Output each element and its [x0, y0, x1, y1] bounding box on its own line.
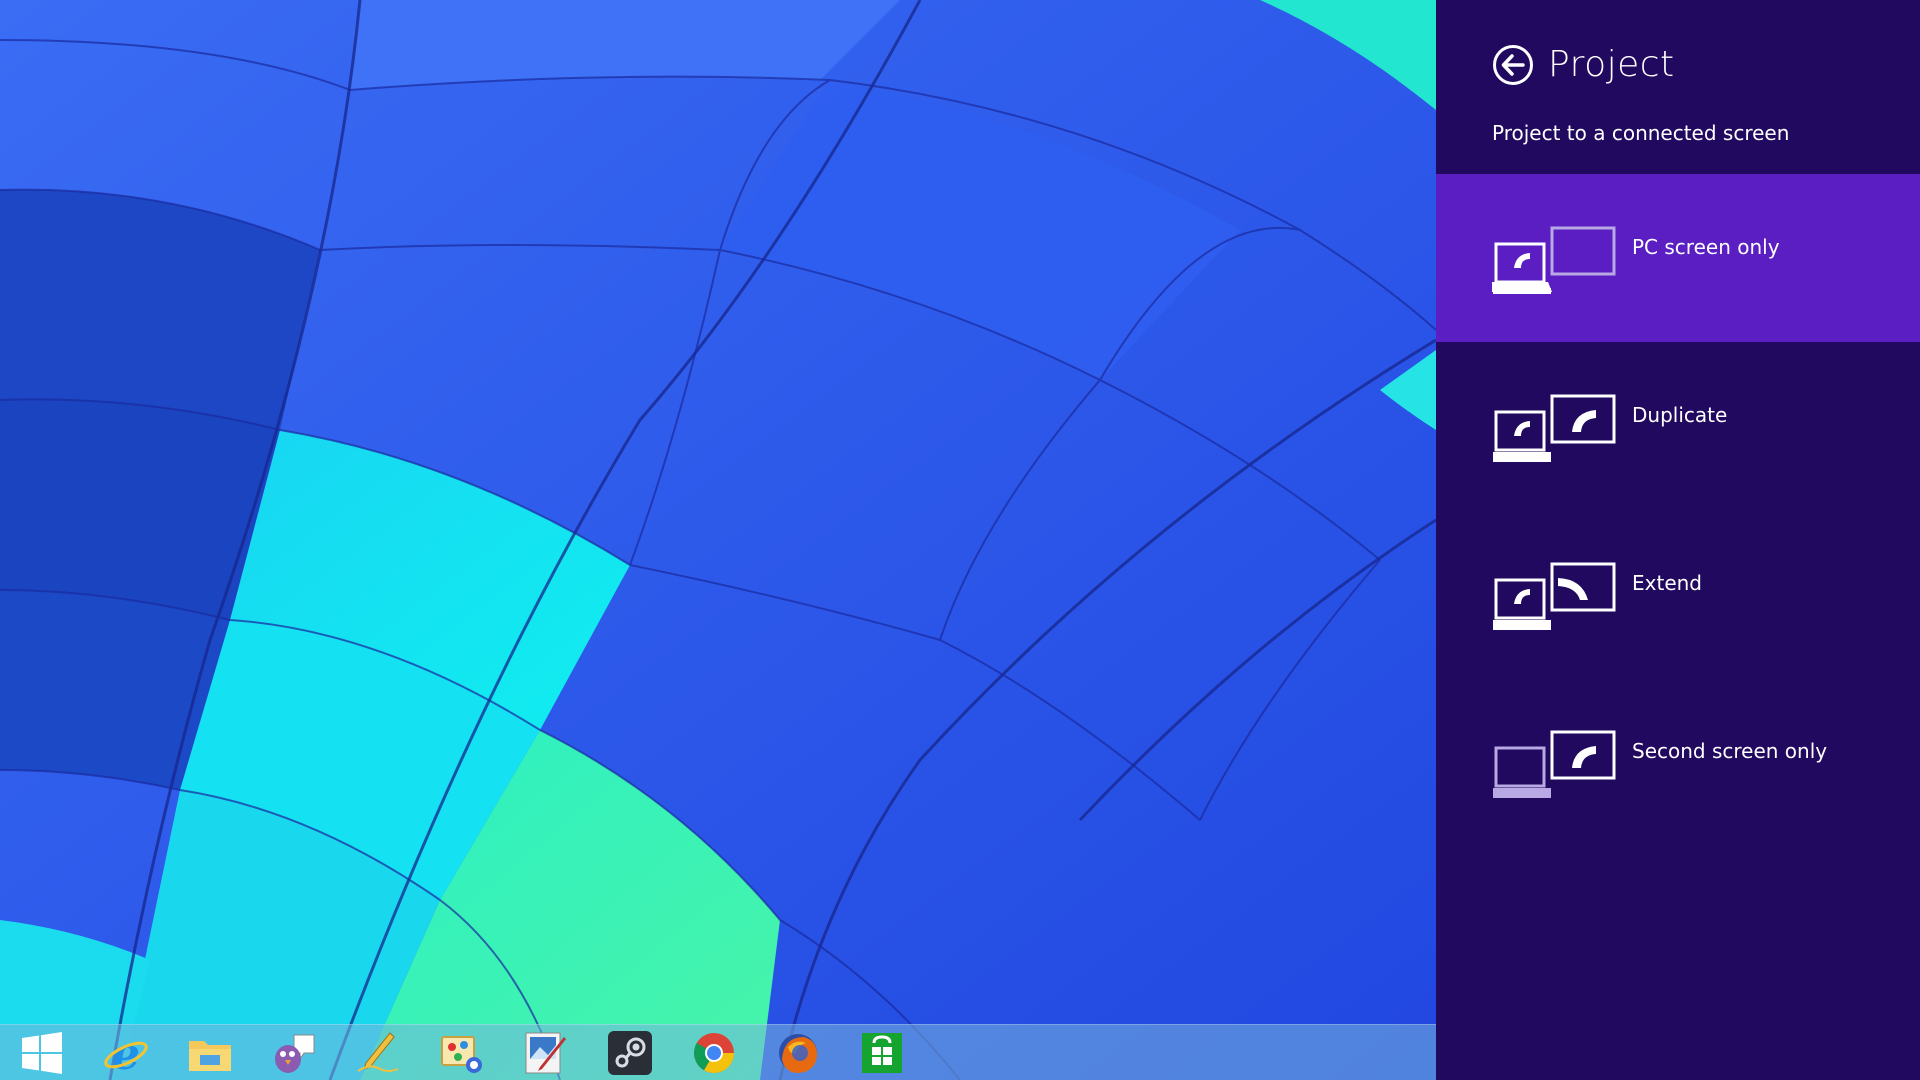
inkscape-icon [357, 1032, 399, 1072]
project-pane: Project Project to a connected screen PC… [1436, 0, 1920, 1080]
option-label: Second screen only [1632, 739, 1828, 763]
pc-screen-only-icon [1492, 226, 1616, 294]
option-label: Duplicate [1632, 403, 1728, 427]
pidgin-icon [275, 1034, 315, 1073]
taskbar-file-explorer[interactable] [168, 1025, 252, 1080]
taskbar-store[interactable] [840, 1025, 924, 1080]
taskbar-chrome[interactable] [672, 1025, 756, 1080]
taskbar-inkscape[interactable] [336, 1025, 420, 1080]
taskbar-firefox[interactable] [756, 1025, 840, 1080]
taskbar-paint[interactable] [420, 1025, 504, 1080]
firefox-icon [779, 1034, 818, 1073]
taskbar-pidgin[interactable] [252, 1025, 336, 1080]
svg-text:e: e [112, 1029, 140, 1077]
pane-header: Project [1492, 44, 1675, 86]
pane-title: Project [1548, 44, 1675, 85]
pane-subtitle: Project to a connected screen [1492, 121, 1790, 145]
steam-icon [608, 1031, 652, 1075]
desktop-screen: e Project Project to a connected screen … [0, 0, 1920, 1080]
second-screen-only-icon [1493, 730, 1616, 798]
option-label: PC screen only [1632, 235, 1780, 259]
internet-explorer-icon: e [104, 1029, 148, 1077]
balloon-canopy-image [0, 0, 1436, 1080]
extend-icon [1493, 562, 1616, 630]
folder-icon [189, 1041, 231, 1071]
option-second-screen-only[interactable]: Second screen only [1436, 678, 1920, 846]
chrome-icon [694, 1033, 734, 1073]
taskbar-image-editor[interactable] [504, 1025, 588, 1080]
option-label: Extend [1632, 571, 1702, 595]
option-extend[interactable]: Extend [1436, 510, 1920, 678]
image-editor-icon [525, 1032, 566, 1074]
windows-logo-icon [22, 1032, 62, 1074]
paint-icon [441, 1036, 482, 1073]
duplicate-icon [1493, 394, 1616, 462]
desktop-wallpaper[interactable] [0, 0, 1436, 1080]
taskbar-steam[interactable] [588, 1025, 672, 1080]
option-duplicate[interactable]: Duplicate [1436, 342, 1920, 510]
windows-store-icon [862, 1033, 902, 1073]
back-arrow-icon[interactable] [1492, 44, 1534, 86]
option-pc-screen-only[interactable]: PC screen only [1436, 174, 1920, 342]
taskbar: e [0, 1024, 1436, 1080]
taskbar-internet-explorer[interactable]: e [84, 1025, 168, 1080]
start-button[interactable] [0, 1025, 84, 1080]
